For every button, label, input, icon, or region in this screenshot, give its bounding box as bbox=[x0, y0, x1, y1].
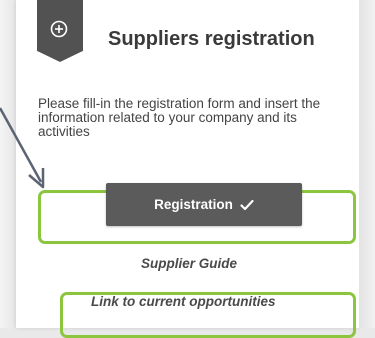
checkmark-icon bbox=[240, 199, 254, 210]
supplier-guide-link[interactable]: Supplier Guide bbox=[141, 256, 237, 271]
page-title: Suppliers registration bbox=[108, 28, 315, 50]
current-opportunities-link[interactable]: Link to current opportunities bbox=[91, 294, 276, 309]
intro-text: Please fill-in the registration form and… bbox=[38, 96, 321, 139]
registration-button[interactable]: Registration bbox=[106, 183, 302, 226]
page-background-left bbox=[0, 0, 16, 328]
page-background-right bbox=[359, 0, 375, 328]
plus-circle-icon bbox=[50, 20, 68, 38]
registration-button-label: Registration bbox=[154, 197, 233, 212]
